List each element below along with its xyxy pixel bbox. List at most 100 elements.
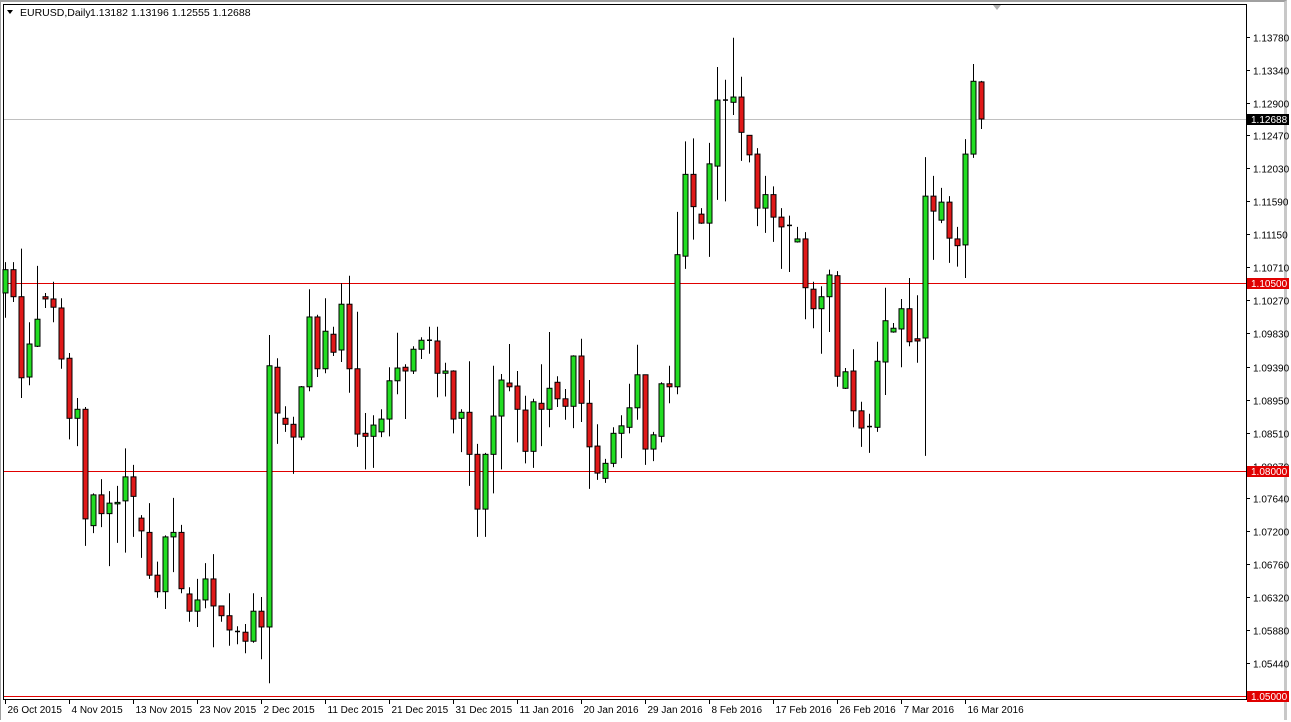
x-axis-tick-label: 21 Dec 2015 <box>392 705 449 716</box>
candle <box>763 176 768 233</box>
y-axis-tick-label: 1.08510 <box>1253 430 1290 441</box>
candle-body <box>715 100 720 166</box>
candle-body <box>859 411 864 428</box>
y-axis-tick-label: 1.06760 <box>1253 561 1290 572</box>
candle <box>131 465 136 537</box>
candle <box>731 38 736 115</box>
x-axis-tick-label: 26 Oct 2015 <box>8 705 63 716</box>
y-axis-tick-label: 1.13780 <box>1253 34 1290 45</box>
y-axis-tick-label: 1.07200 <box>1253 528 1290 539</box>
candle <box>899 299 904 367</box>
level-price-label: 1.08000 <box>1251 467 1288 478</box>
candle-body <box>347 304 352 369</box>
candle <box>691 138 696 239</box>
candle-body <box>115 502 120 504</box>
candle <box>875 342 880 432</box>
candle-body <box>547 388 552 409</box>
candle <box>531 399 536 468</box>
candle <box>307 289 312 391</box>
chart-shift-marker-icon[interactable] <box>993 5 1001 10</box>
candle <box>211 554 216 647</box>
candlestick-chart[interactable]: 1.137801.133401.129001.124701.120301.115… <box>0 0 1291 722</box>
candle-body <box>947 202 952 238</box>
candle-body <box>443 371 448 373</box>
candle <box>659 382 664 442</box>
candle <box>323 298 328 373</box>
candle <box>587 380 592 489</box>
candle <box>707 143 712 257</box>
candle-body <box>419 340 424 349</box>
candle <box>155 562 160 598</box>
candle <box>187 587 192 622</box>
candle-body <box>883 321 888 362</box>
candle <box>195 579 200 627</box>
candle-body <box>835 276 840 377</box>
candle-body <box>851 371 856 411</box>
candle <box>347 276 352 393</box>
candle <box>467 361 472 486</box>
candle <box>115 486 120 543</box>
candle-body <box>139 518 144 531</box>
candle <box>203 563 208 608</box>
candle <box>635 345 640 420</box>
candle <box>299 386 304 440</box>
candle <box>939 188 944 223</box>
candle-body <box>371 425 376 436</box>
candle <box>291 417 296 474</box>
candle-body <box>155 575 160 592</box>
chart-symbol: EURUSD,Daily <box>20 7 91 19</box>
candle <box>859 402 864 447</box>
x-axis-tick-label: 29 Jan 2016 <box>648 705 703 716</box>
candle-body <box>979 82 984 119</box>
x-axis-tick-label: 11 Dec 2015 <box>328 705 384 716</box>
candle <box>355 312 360 447</box>
x-axis-tick-label: 8 Feb 2016 <box>712 705 763 716</box>
candle <box>227 593 232 646</box>
candle-body <box>699 214 704 223</box>
candle-body <box>651 435 656 449</box>
candle-body <box>387 381 392 419</box>
candle <box>67 353 72 439</box>
candle <box>539 364 544 446</box>
candle <box>411 346 416 374</box>
candle <box>683 141 688 269</box>
candle-body <box>355 369 360 434</box>
candle-body <box>971 81 976 154</box>
candle <box>619 415 624 458</box>
candle-body <box>955 239 960 246</box>
candle <box>611 427 616 467</box>
y-axis-tick-label: 1.10710 <box>1253 264 1290 275</box>
candle-body <box>75 409 80 418</box>
candle-body <box>83 409 88 519</box>
candle-body <box>91 495 96 526</box>
candle <box>907 278 912 346</box>
candle-body <box>739 97 744 132</box>
x-axis-tick-label: 16 Mar 2016 <box>968 705 1025 716</box>
candle <box>627 384 632 434</box>
candle-body <box>307 317 312 387</box>
candle <box>867 414 872 453</box>
x-axis-tick-label: 20 Jan 2016 <box>584 705 639 716</box>
candle <box>315 315 320 377</box>
y-axis-tick-label: 1.09830 <box>1253 330 1290 341</box>
candle-body <box>603 463 608 478</box>
candle-body <box>403 367 408 371</box>
y-axis-tick-label: 1.12030 <box>1253 165 1290 176</box>
candle <box>451 370 456 433</box>
candle <box>843 368 848 389</box>
candle <box>851 349 856 427</box>
candle-body <box>259 611 264 627</box>
candle <box>523 396 528 464</box>
candle-body <box>611 433 616 463</box>
x-axis-tick-label: 23 Nov 2015 <box>200 705 257 716</box>
candle-body <box>795 239 800 242</box>
candle <box>179 525 184 593</box>
candle <box>555 376 560 407</box>
candle-body <box>283 418 288 424</box>
triangle-down-icon[interactable] <box>7 10 13 14</box>
candle <box>571 355 576 428</box>
candle <box>499 374 504 469</box>
candle-body <box>467 412 472 454</box>
candle <box>387 367 392 436</box>
candle-body <box>667 384 672 387</box>
